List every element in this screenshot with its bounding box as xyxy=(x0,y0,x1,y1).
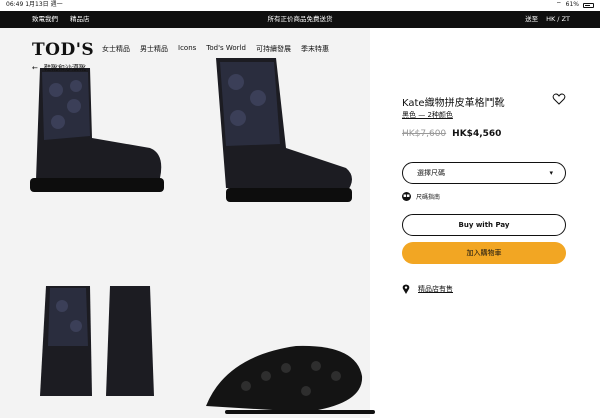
ship-to-label: 送至 xyxy=(525,15,539,23)
size-select-label: 選擇尺碼 xyxy=(417,169,445,177)
wifi-icon: ⌔ xyxy=(556,1,562,8)
main-nav: 女士精品 男士精品 Icons Tod's World 可持續發展 季末特惠 xyxy=(102,44,329,54)
back-arrow-icon[interactable]: ← xyxy=(32,64,38,72)
product-info-panel: Kate織物拼皮革格鬥靴 黑色 — 2种颜色 HK$7,600 HK$4,560… xyxy=(370,28,600,418)
status-time: 06:49 xyxy=(6,1,24,8)
wishlist-heart-icon[interactable] xyxy=(552,91,566,105)
status-time-date: 06:49 1月13日 週一 xyxy=(6,0,63,10)
apple-pay-button[interactable]: Buy with Pay xyxy=(402,214,566,236)
status-right: ⌔ 61% xyxy=(556,0,594,10)
contact-us-link[interactable]: 致電我們 xyxy=(32,11,58,28)
free-shipping-banner: 所有正价商品免费送货 xyxy=(267,15,333,23)
breadcrumb-label[interactable]: 鞋靴和沙漠靴 xyxy=(44,63,86,73)
battery-icon xyxy=(583,2,594,8)
nav-sustainability[interactable]: 可持續發展 xyxy=(256,44,291,54)
chevron-down-icon: ▾ xyxy=(549,169,553,177)
store-availability-label: 精品店有售 xyxy=(418,285,453,293)
size-select-dropdown[interactable]: 選擇尺碼 ▾ xyxy=(402,162,566,184)
add-to-cart-button[interactable]: 加入購物車 xyxy=(402,242,566,264)
size-guide-label: 尺碼指南 xyxy=(416,194,441,201)
price-block: HK$7,600 HK$4,560 xyxy=(402,129,501,139)
region-selector[interactable]: HK / ZT xyxy=(546,11,570,28)
status-bar: 06:49 1月13日 週一 ⌔ 61% xyxy=(0,0,600,10)
color-selector-link[interactable]: 黑色 — 2种颜色 xyxy=(402,110,453,120)
nav-men[interactable]: 男士精品 xyxy=(140,44,168,54)
promo-left-links: 致電我們 精品店 xyxy=(32,11,90,28)
nav-sale[interactable]: 季末特惠 xyxy=(301,44,329,54)
sale-price: HK$4,560 xyxy=(452,129,502,139)
original-price: HK$7,600 xyxy=(402,129,447,139)
size-guide-link[interactable]: ▪▪ 尺碼指南 xyxy=(402,192,440,201)
product-gallery xyxy=(0,28,370,418)
nav-women[interactable]: 女士精品 xyxy=(102,44,130,54)
store-availability-link[interactable]: 精品店有售 xyxy=(402,284,453,294)
product-image-front-back[interactable] xyxy=(0,226,184,418)
status-date: 1月13日 週一 xyxy=(25,1,63,8)
brand-logo[interactable]: TOD'S xyxy=(32,40,94,60)
nav-icons[interactable]: Icons xyxy=(178,44,196,54)
promo-bar: 所有正价商品免费送货 致電我們 精品店 送至 HK / ZT xyxy=(0,11,600,28)
ruler-icon: ▪▪ xyxy=(402,192,411,201)
boot-pair-illustration xyxy=(40,286,154,396)
home-indicator[interactable] xyxy=(225,410,375,414)
boutiques-link[interactable]: 精品店 xyxy=(70,11,90,28)
product-image-angle[interactable] xyxy=(186,28,370,224)
location-pin-icon xyxy=(402,284,410,294)
promo-right: 送至 HK / ZT xyxy=(525,11,570,28)
boot-angle-illustration xyxy=(216,58,352,202)
nav-tods-world[interactable]: Tod's World xyxy=(206,44,246,54)
boot-sole-illustration xyxy=(206,345,363,412)
product-image-sole[interactable] xyxy=(186,226,370,418)
battery-percent: 61% xyxy=(565,1,579,8)
breadcrumb[interactable]: ← 鞋靴和沙漠靴 xyxy=(32,63,86,73)
product-title: Kate織物拼皮革格鬥靴 xyxy=(402,98,505,109)
